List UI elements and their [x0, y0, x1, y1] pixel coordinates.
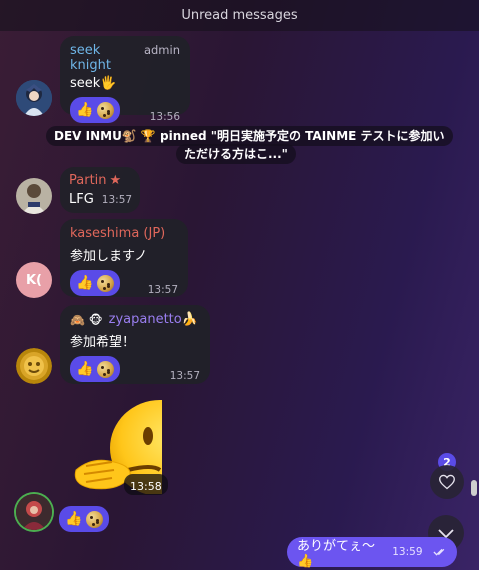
unread-messages-label: Unread messages [181, 8, 298, 23]
unread-messages-banner: Unread messages [0, 0, 479, 31]
message-text: 参加希望！ [70, 335, 136, 350]
monkey-emoji-icons: 🙈 🐵 [70, 312, 103, 327]
unread-reactions-button[interactable] [430, 465, 464, 499]
message-text: 参加しますノ [70, 249, 148, 264]
outgoing-message-bubble[interactable]: ありがてぇ〜👍 13:59 [287, 537, 457, 569]
reaction-group[interactable]: 👍 [70, 270, 121, 296]
message-time: 13:56 [149, 111, 180, 123]
admin-badge: admin [143, 43, 180, 57]
message-time: 13:57 [101, 194, 133, 206]
star-icon: ★ [109, 173, 122, 188]
pinned-notice-line2[interactable]: ただける方はこ..." [176, 144, 296, 164]
thumbs-up-icon: 👍 [76, 361, 94, 377]
message-time: 13:57 [169, 370, 200, 382]
double-check-icon [432, 548, 444, 556]
reaction-group[interactable]: 👍 [70, 97, 121, 123]
reaction-group[interactable]: 👍 [70, 356, 121, 382]
message-bubble-seek-knight[interactable]: seek knight admin seek🖐 👍 13:56 [60, 36, 190, 123]
message-bubble-partin[interactable]: Partin ★ LFG 13:57 [60, 167, 140, 213]
avatar-kaseshima[interactable]: K( [16, 262, 52, 298]
message-time: 13:57 [147, 284, 178, 296]
message-bubble-kaseshima[interactable]: kaseshima (JP) 参加しますノ 👍 13:57 [60, 219, 188, 297]
cookie-icon [97, 101, 115, 119]
cookie-icon [97, 360, 115, 378]
message-text: LFG [69, 192, 94, 207]
sender-name[interactable]: seek knight [70, 43, 138, 73]
sender-name[interactable]: zyapanetto🍌 [109, 312, 198, 327]
sticker-reaction-group[interactable]: 👍 [59, 506, 110, 532]
scrollbar-thumb[interactable] [471, 480, 477, 496]
message-time: 13:59 [392, 546, 423, 558]
thumbs-up-icon: 👍 [76, 102, 94, 118]
avatar-seek-knight[interactable] [16, 80, 52, 116]
avatar-zyapanetto[interactable] [16, 348, 52, 384]
message-bubble-zyapanetto[interactable]: 🙈 🐵 zyapanetto🍌 参加希望！ 👍 13:57 [60, 305, 210, 384]
sticker-time-chip: 13:58 [124, 474, 168, 495]
avatar-partin[interactable] [16, 178, 52, 214]
sender-name[interactable]: Partin [69, 173, 107, 188]
avatar-initials: K( [25, 272, 42, 288]
pinned-notice-line1[interactable]: DEV INMU🐒 🏆 pinned "明日実施予定の TAINME テストに参… [46, 126, 453, 146]
sender-name[interactable]: kaseshima (JP) [70, 226, 178, 241]
message-text: ありがてぇ〜👍 [297, 539, 376, 569]
heart-icon [439, 474, 455, 490]
cookie-icon [86, 510, 104, 528]
message-text: seek🖐 [70, 76, 117, 91]
cookie-icon [97, 274, 115, 292]
thumbs-up-icon: 👍 [65, 511, 83, 527]
avatar-sticker-sender[interactable] [16, 494, 52, 530]
thumbs-up-icon: 👍 [76, 275, 94, 291]
